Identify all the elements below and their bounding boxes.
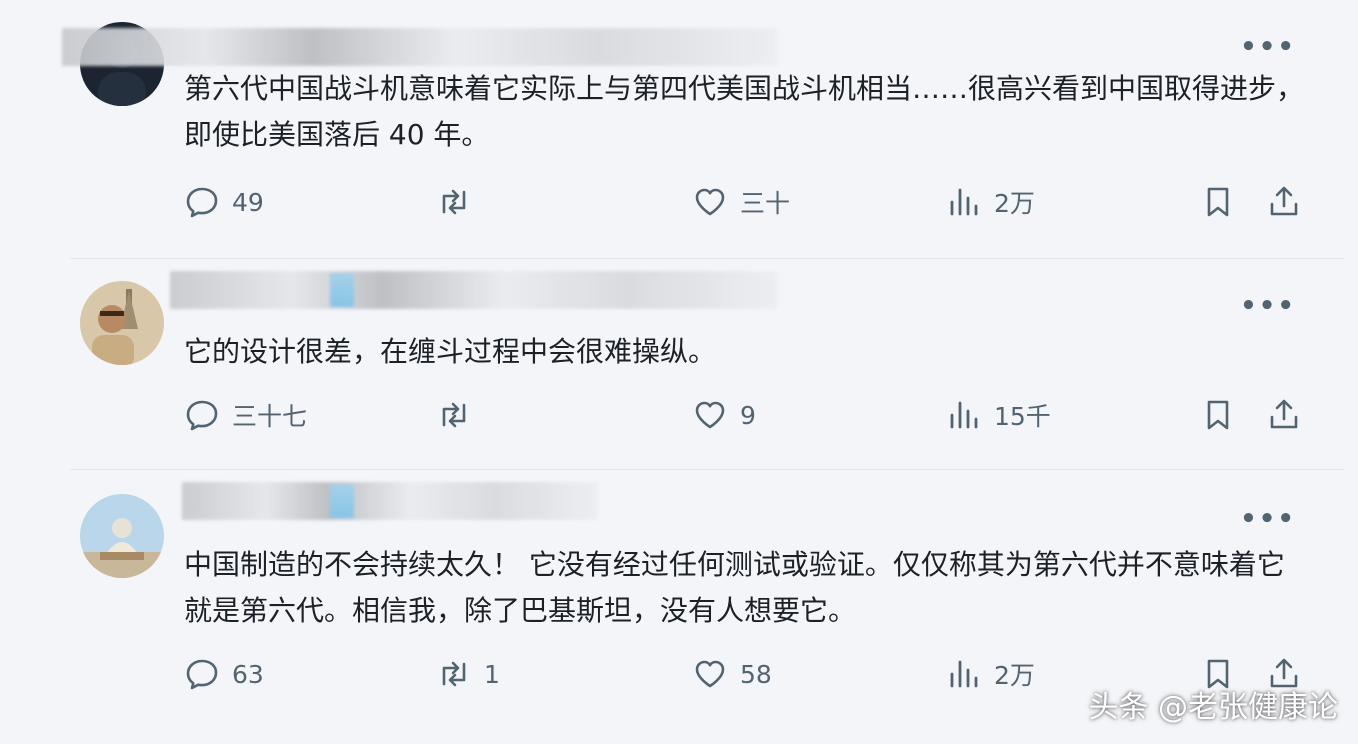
- views-icon: [950, 188, 978, 216]
- action-bar: 49 三十 2万: [0, 184, 1358, 228]
- more-icon[interactable]: •••: [1240, 506, 1296, 532]
- post-1: ••• 第六代中国战斗机意味着它实际上与第四代美国战斗机相当……很高兴看到中国取…: [0, 0, 1358, 258]
- heart-icon: [695, 660, 725, 688]
- like-button[interactable]: 9: [692, 397, 756, 433]
- reply-count: 63: [232, 659, 264, 689]
- post-text: 中国制造的不会持续太久！ 它没有经过任何测试或验证。仅仅称其为第六代并不意味着它…: [184, 548, 1285, 627]
- comment-feed: ••• 第六代中国战斗机意味着它实际上与第四代美国战斗机相当……很高兴看到中国取…: [0, 0, 1358, 744]
- like-count: 三十: [740, 189, 791, 218]
- heart-icon: [695, 401, 725, 429]
- post-text: 它的设计很差，在缠斗过程中会很难操纵。: [184, 335, 717, 368]
- more-icon[interactable]: •••: [1240, 34, 1296, 60]
- verified-icon: [330, 484, 354, 518]
- reply-button[interactable]: 49: [184, 184, 264, 220]
- username-blurred[interactable]: [170, 271, 778, 309]
- share-button[interactable]: [1266, 397, 1302, 433]
- avatar[interactable]: [80, 494, 164, 578]
- repost-button[interactable]: [436, 184, 484, 220]
- repost-icon: [442, 402, 466, 428]
- more-icon[interactable]: •••: [1240, 293, 1296, 319]
- reply-count: 三十七: [232, 402, 308, 431]
- bookmark-icon: [1207, 400, 1229, 430]
- avatar[interactable]: [80, 281, 164, 365]
- reply-button[interactable]: 三十七: [184, 397, 307, 433]
- views-button[interactable]: 2万: [946, 184, 1035, 220]
- views-count: 2万: [994, 661, 1035, 690]
- repost-button[interactable]: 1: [436, 656, 500, 692]
- repost-button[interactable]: [436, 397, 484, 433]
- heart-icon: [695, 188, 725, 216]
- reply-icon: [186, 400, 218, 431]
- share-icon: [1270, 186, 1298, 216]
- repost-icon: [442, 661, 466, 687]
- watermark: 头条 @老张健康论: [1088, 690, 1338, 725]
- like-button[interactable]: 58: [692, 656, 772, 692]
- username-blurred[interactable]: [182, 482, 598, 520]
- like-count: 9: [740, 400, 756, 430]
- views-count: 15千: [994, 402, 1051, 431]
- reply-icon: [186, 659, 218, 690]
- reply-count: 49: [232, 187, 264, 217]
- bookmark-button[interactable]: [1200, 397, 1236, 433]
- repost-count: 1: [484, 659, 500, 689]
- repost-icon: [442, 189, 466, 215]
- like-button[interactable]: 三十: [692, 184, 790, 220]
- reply-icon: [186, 187, 218, 218]
- share-icon: [1270, 399, 1298, 429]
- verified-icon: [330, 273, 354, 307]
- reply-button[interactable]: 63: [184, 656, 264, 692]
- post-2: ••• 它的设计很差，在缠斗过程中会很难操纵。 三十七 9 15千: [0, 259, 1358, 469]
- share-button[interactable]: [1266, 184, 1302, 220]
- views-count: 2万: [994, 189, 1035, 218]
- bookmark-button[interactable]: [1200, 184, 1236, 220]
- post-text: 第六代中国战斗机意味着它实际上与第四代美国战斗机相当……很高兴看到中国取得进步，…: [184, 72, 1305, 151]
- views-icon: [950, 660, 978, 688]
- bookmark-icon: [1207, 187, 1229, 217]
- action-bar: 三十七 9 15千: [0, 397, 1358, 441]
- views-icon: [950, 401, 978, 429]
- views-button[interactable]: 2万: [946, 656, 1035, 692]
- like-count: 58: [740, 659, 772, 689]
- views-button[interactable]: 15千: [946, 397, 1051, 433]
- username-blurred[interactable]: [62, 28, 778, 66]
